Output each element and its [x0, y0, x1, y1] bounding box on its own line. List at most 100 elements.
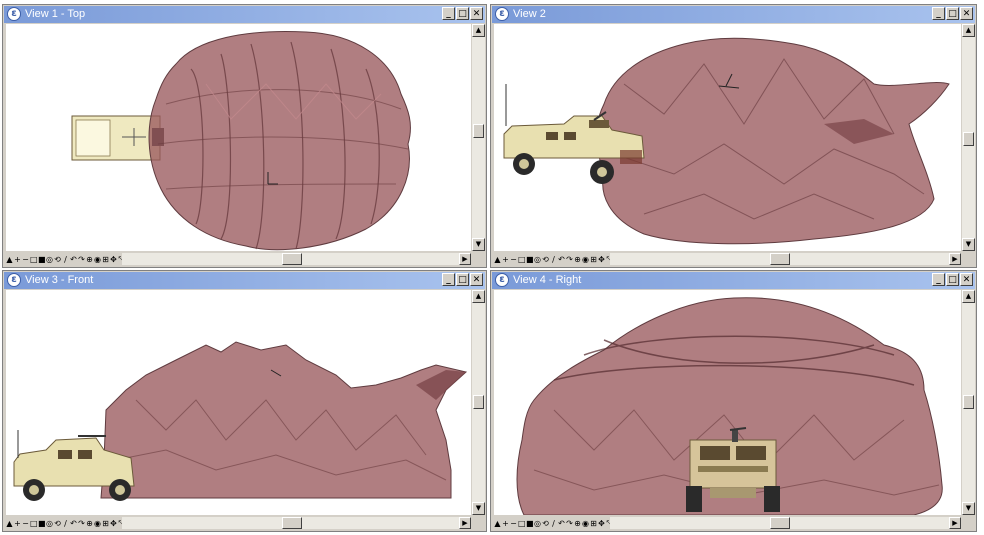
orbit-icon[interactable]: ◎	[46, 255, 53, 264]
undo-icon[interactable]: ↶	[70, 255, 77, 264]
minimize-button[interactable]: _	[442, 273, 455, 286]
scroll-up-icon[interactable]: ▲	[472, 290, 485, 303]
scroll-down-icon[interactable]: ▼	[472, 502, 485, 515]
minimize-button[interactable]: _	[932, 7, 945, 20]
maximize-button[interactable]: □	[456, 273, 469, 286]
tool-up-icon[interactable]: ▲	[6, 255, 13, 264]
close-button[interactable]: ✕	[960, 7, 973, 20]
scroll-thumb[interactable]	[473, 124, 484, 138]
grid-icon[interactable]: ⊞	[590, 255, 597, 264]
scroll-thumb[interactable]	[473, 395, 484, 409]
target-icon[interactable]: ⊕	[86, 519, 93, 528]
titlebar[interactable]: ε View 2 _ □ ✕	[492, 6, 975, 23]
scroll-thumb[interactable]	[282, 517, 302, 529]
scroll-thumb[interactable]	[963, 395, 974, 409]
pencil-icon[interactable]: ∕	[62, 519, 69, 528]
scroll-thumb[interactable]	[963, 132, 974, 146]
pencil-icon[interactable]: ∕	[62, 255, 69, 264]
scroll-right-icon[interactable]: ▶	[949, 517, 961, 529]
redo-icon[interactable]: ↷	[566, 519, 573, 528]
horizontal-scrollbar[interactable]: ▶	[122, 517, 471, 529]
horizontal-scrollbar[interactable]: ▶	[610, 253, 961, 265]
close-button[interactable]: ✕	[470, 273, 483, 286]
frame-icon[interactable]: □	[518, 519, 525, 528]
titlebar[interactable]: ε View 1 - Top _ □ ✕	[4, 6, 485, 23]
grid-icon[interactable]: ⊞	[102, 519, 109, 528]
zoom-out-icon[interactable]: −	[22, 519, 29, 528]
grid-icon[interactable]: ⊞	[102, 255, 109, 264]
scroll-down-icon[interactable]: ▼	[472, 238, 485, 251]
zoom-out-icon[interactable]: −	[22, 255, 29, 264]
pan-icon[interactable]: ✥	[110, 255, 117, 264]
camera-icon[interactable]: ◉	[94, 255, 101, 264]
maximize-button[interactable]: □	[456, 7, 469, 20]
zoom-in-icon[interactable]: +	[14, 255, 21, 264]
fill-icon[interactable]: ■	[38, 519, 45, 528]
vertical-scrollbar[interactable]: ▲ ▼	[962, 24, 975, 251]
horizontal-scrollbar[interactable]: ▶	[610, 517, 961, 529]
tool-up-icon[interactable]: ▲	[494, 255, 501, 264]
orbit-icon[interactable]: ◎	[534, 519, 541, 528]
pencil-icon[interactable]: ∕	[550, 519, 557, 528]
redo-icon[interactable]: ↷	[566, 255, 573, 264]
viewport-canvas[interactable]	[6, 290, 471, 515]
resize-grip[interactable]	[962, 253, 974, 265]
rotate-icon[interactable]: ⟲	[542, 519, 549, 528]
orbit-icon[interactable]: ◎	[46, 519, 53, 528]
titlebar[interactable]: ε View 3 - Front _ □ ✕	[4, 272, 485, 289]
redo-icon[interactable]: ↷	[78, 519, 85, 528]
camera-icon[interactable]: ◉	[94, 519, 101, 528]
close-button[interactable]: ✕	[960, 273, 973, 286]
zoom-out-icon[interactable]: −	[510, 519, 517, 528]
resize-grip[interactable]	[472, 517, 484, 529]
undo-icon[interactable]: ↶	[70, 519, 77, 528]
titlebar[interactable]: ε View 4 - Right _ □ ✕	[492, 272, 975, 289]
undo-icon[interactable]: ↶	[558, 255, 565, 264]
target-icon[interactable]: ⊕	[574, 519, 581, 528]
scroll-right-icon[interactable]: ▶	[949, 253, 961, 265]
zoom-out-icon[interactable]: −	[510, 255, 517, 264]
scroll-thumb[interactable]	[770, 517, 790, 529]
maximize-button[interactable]: □	[946, 7, 959, 20]
close-button[interactable]: ✕	[470, 7, 483, 20]
scroll-up-icon[interactable]: ▲	[962, 24, 975, 37]
viewport-canvas[interactable]	[494, 290, 961, 515]
scroll-down-icon[interactable]: ▼	[962, 502, 975, 515]
grid-icon[interactable]: ⊞	[590, 519, 597, 528]
redo-icon[interactable]: ↷	[78, 255, 85, 264]
target-icon[interactable]: ⊕	[86, 255, 93, 264]
frame-icon[interactable]: □	[30, 255, 37, 264]
pencil-icon[interactable]: ∕	[550, 255, 557, 264]
camera-icon[interactable]: ◉	[582, 519, 589, 528]
viewport-canvas[interactable]	[6, 24, 471, 251]
target-icon[interactable]: ⊕	[574, 255, 581, 264]
scroll-up-icon[interactable]: ▲	[472, 24, 485, 37]
viewport-canvas[interactable]	[494, 24, 961, 251]
scroll-up-icon[interactable]: ▲	[962, 290, 975, 303]
tool-up-icon[interactable]: ▲	[494, 519, 501, 528]
resize-grip[interactable]	[472, 253, 484, 265]
minimize-button[interactable]: _	[442, 7, 455, 20]
vertical-scrollbar[interactable]: ▲ ▼	[962, 290, 975, 515]
fill-icon[interactable]: ■	[526, 255, 533, 264]
pan-icon[interactable]: ✥	[598, 255, 605, 264]
undo-icon[interactable]: ↶	[558, 519, 565, 528]
horizontal-scrollbar[interactable]: ▶	[122, 253, 471, 265]
zoom-in-icon[interactable]: +	[502, 255, 509, 264]
resize-grip[interactable]	[962, 517, 974, 529]
scroll-right-icon[interactable]: ▶	[459, 253, 471, 265]
rotate-icon[interactable]: ⟲	[54, 255, 61, 264]
vertical-scrollbar[interactable]: ▲ ▼	[472, 290, 485, 515]
scroll-thumb[interactable]	[282, 253, 302, 265]
camera-icon[interactable]: ◉	[582, 255, 589, 264]
zoom-in-icon[interactable]: +	[14, 519, 21, 528]
rotate-icon[interactable]: ⟲	[54, 519, 61, 528]
vertical-scrollbar[interactable]: ▲ ▼	[472, 24, 485, 251]
pan-icon[interactable]: ✥	[598, 519, 605, 528]
fill-icon[interactable]: ■	[38, 255, 45, 264]
orbit-icon[interactable]: ◎	[534, 255, 541, 264]
fill-icon[interactable]: ■	[526, 519, 533, 528]
frame-icon[interactable]: □	[518, 255, 525, 264]
minimize-button[interactable]: _	[932, 273, 945, 286]
scroll-thumb[interactable]	[770, 253, 790, 265]
